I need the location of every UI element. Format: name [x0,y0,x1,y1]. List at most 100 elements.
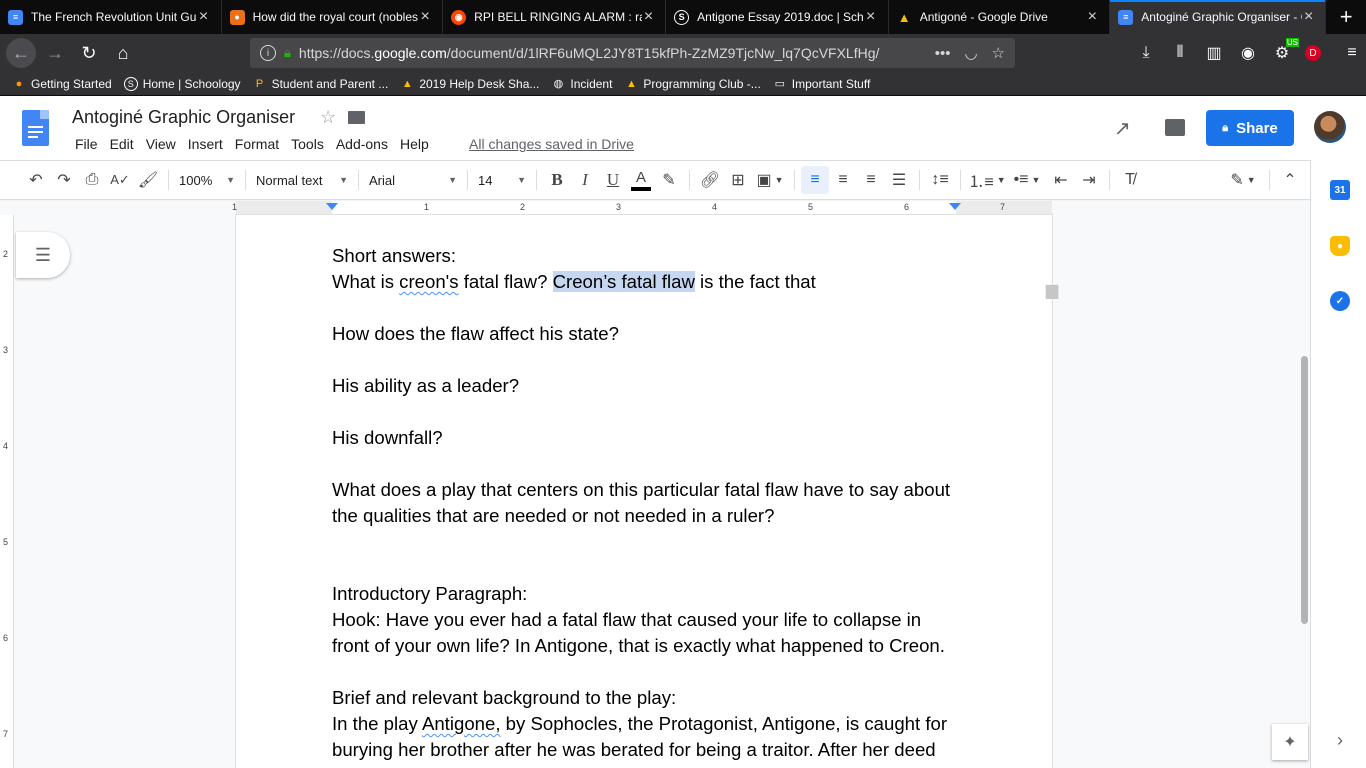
sidebar-icon[interactable]: ▥ [1203,38,1225,68]
menu-format[interactable]: Format [229,136,285,152]
align-left-icon[interactable]: ≡ [801,166,829,194]
document-page[interactable]: Short answers: What is creon's fatal fla… [236,215,1052,768]
undo-icon[interactable]: ↶ [22,166,50,194]
tasks-icon[interactable]: ✓ [1330,291,1350,311]
save-status-link[interactable]: All changes saved in Drive [469,136,634,152]
underline-icon[interactable]: U [599,166,627,194]
highlight-color-icon[interactable]: ✎ [655,166,683,194]
chevron-right-icon[interactable]: › [1330,730,1350,750]
zoom-select[interactable]: 100% ▼ [175,173,239,188]
bookmark-item[interactable]: P Student and Parent ... [253,77,388,91]
spellcheck-icon[interactable]: A✓ [106,166,134,194]
bookmark-item[interactable]: S Home | Schoology [123,76,241,91]
document-body[interactable]: Short answers: What is creon's fatal fla… [332,243,956,763]
collapse-menus-icon[interactable]: ⌃ [1276,166,1304,194]
bookmark-folder[interactable]: ▭ Important Stuff [773,77,871,91]
italic-icon[interactable]: I [571,166,599,194]
library-icon[interactable]: ⫴ [1169,38,1191,68]
left-indent-marker[interactable] [326,203,338,210]
link-icon[interactable]: 🔗︎ [696,166,724,194]
menu-edit[interactable]: Edit [104,136,140,152]
bold-icon[interactable]: B [543,166,571,194]
line-spacing-icon[interactable]: ↕≡ [926,166,954,194]
browser-tab[interactable]: ≡ The French Revolution Unit Gu × [0,0,222,34]
forward-button[interactable]: → [40,38,70,68]
numbered-list-icon[interactable]: ⒈≡ ▼ [967,166,1007,194]
address-bar[interactable]: i 🔒︎ https://docs.google.com/document/d/… [250,38,1015,68]
close-tab-icon[interactable]: × [418,8,432,26]
move-folder-icon[interactable] [348,111,365,124]
back-button[interactable]: ← [6,38,36,68]
close-tab-icon[interactable]: × [1302,8,1315,26]
align-center-icon[interactable]: ≡ [829,166,857,194]
align-justify-icon[interactable]: ☰ [885,166,913,194]
account-icon[interactable]: ◉ [1237,38,1259,68]
menu-view[interactable]: View [140,136,182,152]
increase-indent-icon[interactable]: ⇥ [1075,166,1103,194]
insert-comment-icon[interactable]: ⊞ [724,166,752,194]
browser-tab[interactable]: ● How did the royal court (nobles × [222,0,444,34]
align-right-icon[interactable]: ≡ [857,166,885,194]
menu-file[interactable]: File [69,136,104,152]
calendar-icon[interactable]: 31 [1330,180,1350,200]
keep-icon[interactable]: ● [1330,236,1350,256]
bookmark-star-icon[interactable]: ☆ [992,44,1005,62]
browser-tab[interactable]: S Antigone Essay 2019.doc | Sch × [666,0,889,34]
font-select[interactable]: Arial ▼ [365,173,461,188]
misspelled-word[interactable]: creon's [399,271,458,292]
site-info-icon[interactable]: i [260,45,276,61]
grammar-flag[interactable]: Antigone, [422,713,501,734]
browser-tab[interactable]: ◉ RPI BELL RINGING ALARM : ras × [443,0,667,34]
browser-tab-active[interactable]: ≡ Antoginé Graphic Organiser - G × [1110,0,1327,34]
pocket-icon[interactable]: ◡ [964,44,977,62]
star-icon[interactable]: ☆ [320,107,336,128]
menu-addons[interactable]: Add-ons [330,136,394,152]
text-color-icon[interactable]: A [627,166,655,194]
clear-formatting-icon[interactable]: T̸ [1116,166,1144,194]
scrollbar-thumb[interactable] [1301,356,1308,624]
new-tab-button[interactable]: + [1326,0,1366,34]
scrollbar[interactable] [1298,201,1310,768]
document-title[interactable]: Antoginé Graphic Organiser [72,107,295,128]
docs-logo-icon[interactable] [22,110,49,146]
home-button[interactable]: ⌂ [108,38,138,68]
insert-image-icon[interactable]: ▣ ▼ [752,166,788,194]
bookmark-item[interactable]: ◍ Incident [551,77,613,91]
profile-avatar[interactable]: D [1305,45,1321,61]
browser-tab[interactable]: ▲ Antigoné - Google Drive × [889,0,1111,34]
extension-icon[interactable]: ⚙ US [1271,38,1299,68]
share-button[interactable]: 🔒︎ Share [1206,110,1294,146]
bookmark-item[interactable]: ▲ Programming Club -... [624,77,761,91]
close-tab-icon[interactable]: × [642,8,655,26]
redo-icon[interactable]: ↷ [50,166,78,194]
user-avatar[interactable] [1314,111,1346,143]
close-tab-icon[interactable]: × [197,8,211,26]
activity-dashboard-icon[interactable]: ↗ [1114,116,1131,141]
add-comment-icon[interactable]: ▆ [1040,278,1064,302]
explore-button[interactable]: ✦ [1272,724,1308,760]
right-indent-marker[interactable] [949,203,961,210]
paint-format-icon[interactable]: 🖌︎ [134,166,162,194]
menu-insert[interactable]: Insert [182,136,229,152]
bookmark-item[interactable]: ▲ 2019 Help Desk Sha... [400,77,540,91]
font-size-select[interactable]: 14 ▼ [474,173,530,188]
menu-icon[interactable]: ≡ [1341,38,1363,68]
menu-tools[interactable]: Tools [285,136,330,152]
page-actions-icon[interactable]: ••• [935,45,951,62]
comments-icon[interactable] [1165,119,1185,136]
menu-help[interactable]: Help [394,136,435,152]
decrease-indent-icon[interactable]: ⇤ [1047,166,1075,194]
horizontal-ruler[interactable]: 1 1 2 3 4 5 6 7 [232,201,1052,215]
reload-button[interactable]: ↻ [74,38,104,68]
editing-mode-icon[interactable]: ✎ ▼ [1223,166,1263,194]
close-tab-icon[interactable]: × [1085,8,1099,26]
vertical-ruler[interactable]: 2 3 4 5 6 7 [0,215,14,768]
print-icon[interactable]: ⎙ [78,166,106,194]
selected-text[interactable]: Creon’s fatal flaw [552,271,695,292]
downloads-icon[interactable]: ⤓ [1135,38,1157,68]
bookmark-item[interactable]: ● Getting Started [12,77,112,91]
document-outline-button[interactable]: ☰ [16,232,70,278]
bulleted-list-icon[interactable]: •≡ ▼ [1007,166,1047,194]
style-select[interactable]: Normal text ▼ [252,173,352,188]
close-tab-icon[interactable]: × [864,8,878,26]
